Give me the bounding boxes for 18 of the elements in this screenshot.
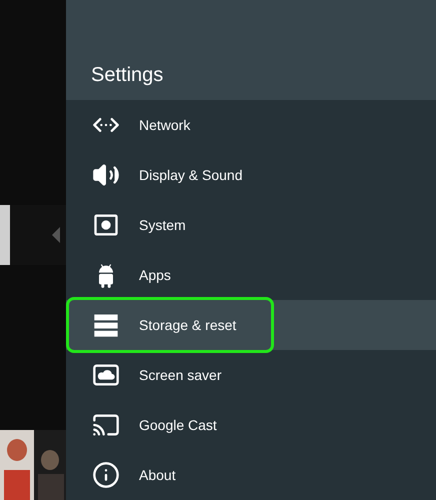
settings-item[interactable]: Network	[66, 100, 436, 150]
item-label: Apps	[139, 266, 171, 285]
item-label: Screen saver	[139, 366, 222, 384]
settings-item[interactable]: System	[66, 200, 436, 250]
info-icon	[92, 461, 120, 489]
panel-title: Settings	[91, 63, 164, 88]
settings-item[interactable]: Display & Sound	[66, 150, 436, 200]
item-label: Display & Sound	[139, 166, 243, 185]
item-label: Storage & reset	[139, 316, 236, 335]
settings-item[interactable]: Storage & reset	[66, 300, 436, 350]
settings-item[interactable]: Apps	[66, 250, 436, 300]
item-label: Google Cast	[139, 416, 217, 435]
item-label: System	[139, 216, 186, 235]
settings-item[interactable]: About	[66, 450, 436, 500]
item-label: Network	[139, 116, 190, 134]
settings-item[interactable]: Google Cast	[66, 400, 436, 450]
settings-item[interactable]: Screen saver	[66, 350, 436, 400]
item-label: About	[139, 466, 176, 484]
